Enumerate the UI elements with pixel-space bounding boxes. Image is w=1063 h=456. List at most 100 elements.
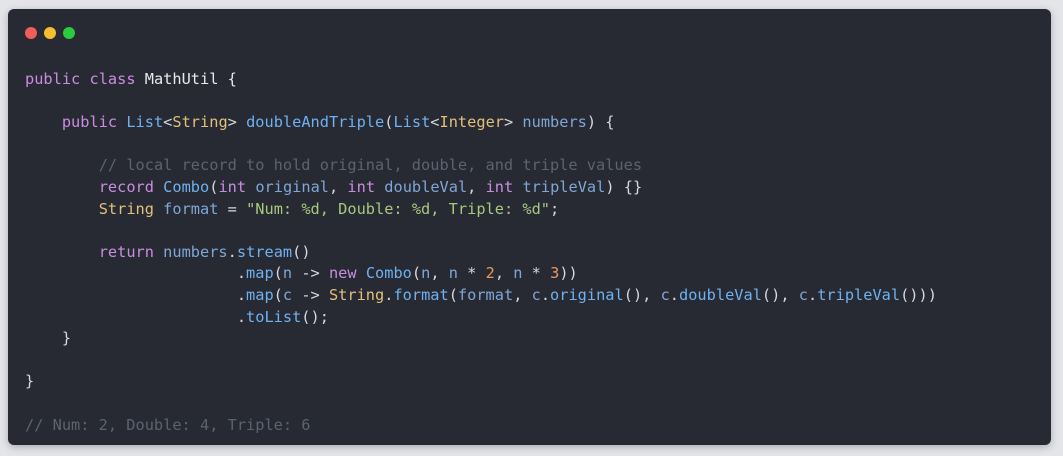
code-token: public bbox=[25, 70, 81, 88]
code-line: ​ bbox=[25, 134, 937, 156]
code-token: n bbox=[448, 264, 458, 283]
code-token: Combo bbox=[365, 264, 412, 283]
code-token: ( bbox=[411, 264, 422, 283]
maximize-button[interactable] bbox=[63, 27, 75, 39]
code-token: , bbox=[329, 177, 348, 196]
code-token: -> bbox=[292, 285, 329, 304]
code-line: // local record to hold original, double… bbox=[25, 155, 937, 177]
code-token: () bbox=[292, 242, 311, 261]
code-token: class bbox=[89, 70, 136, 88]
code-token: 2 bbox=[485, 264, 495, 283]
code-line: ​ bbox=[25, 220, 937, 242]
code-token: (), bbox=[761, 285, 799, 304]
code-token: String bbox=[98, 199, 154, 218]
code-line: public List<String> doubleAndTriple(List… bbox=[25, 112, 937, 134]
code-token: stream bbox=[236, 242, 293, 261]
code-token: c bbox=[660, 285, 670, 304]
code-token: public bbox=[61, 113, 118, 132]
minimize-button[interactable] bbox=[44, 27, 56, 39]
code-line: String format = "Num: %d, Double: %d, Tr… bbox=[25, 199, 937, 221]
code-line: .map(c -> String.format(format, c.origin… bbox=[25, 285, 937, 307]
code-token: } bbox=[25, 372, 35, 391]
code-token: < bbox=[163, 113, 173, 132]
code-token: ; bbox=[550, 199, 560, 218]
code-token: ())) bbox=[900, 285, 937, 304]
window-controls bbox=[25, 27, 75, 39]
code-token: original bbox=[255, 177, 329, 196]
code-line: ​ bbox=[25, 350, 937, 372]
code-token: int bbox=[218, 177, 247, 196]
code-line: .map(n -> new Combo(n, n * 2, n * 3)) bbox=[25, 263, 937, 285]
code-token: n bbox=[421, 264, 431, 283]
close-button[interactable] bbox=[25, 27, 37, 39]
code-token: * bbox=[457, 264, 486, 283]
code-token: * bbox=[522, 264, 551, 283]
code-token: . bbox=[25, 285, 247, 304]
code-token: )) bbox=[559, 264, 578, 283]
code-token: n bbox=[282, 264, 293, 283]
code-line: return numbers.stream() bbox=[25, 242, 937, 264]
code-token: map bbox=[246, 285, 274, 304]
code-token: toList bbox=[246, 307, 302, 326]
code-token: original bbox=[550, 285, 624, 304]
code-token: c bbox=[531, 285, 541, 304]
code-line: } bbox=[25, 328, 937, 350]
code-token: . bbox=[25, 264, 247, 283]
code-token: . bbox=[807, 285, 818, 304]
code-token: < bbox=[430, 113, 440, 132]
code-token: tripleVal bbox=[817, 285, 901, 304]
code-token: 3 bbox=[550, 264, 560, 283]
code-token: c bbox=[798, 285, 808, 304]
code-token: (); bbox=[301, 307, 329, 326]
code-token: record bbox=[98, 177, 154, 196]
code-token: int bbox=[485, 177, 514, 196]
code-token: , bbox=[430, 264, 449, 283]
code-token: ) { bbox=[586, 113, 615, 132]
code-token: // Num: 2, Double: 4, Triple: 6 bbox=[25, 415, 311, 434]
code-token: format bbox=[457, 285, 514, 304]
code-token: ( bbox=[273, 285, 283, 304]
code-token: List bbox=[126, 113, 164, 132]
code-token: Combo bbox=[163, 177, 210, 196]
code-token: List bbox=[393, 113, 431, 132]
code-token: ( bbox=[448, 285, 458, 304]
code-token: . bbox=[25, 307, 247, 326]
code-line: } bbox=[25, 371, 937, 393]
code-token: new bbox=[328, 264, 357, 283]
code-block: public class MathUtil {​ public List<Str… bbox=[25, 69, 937, 436]
code-token: > bbox=[503, 113, 523, 132]
code-token: doubleVal bbox=[679, 285, 762, 304]
code-token: , bbox=[467, 177, 486, 196]
code-token: . bbox=[227, 242, 237, 261]
code-line: .toList(); bbox=[25, 307, 937, 329]
code-token: numbers bbox=[522, 113, 587, 132]
code-line: record Combo(int original, int doubleVal… bbox=[25, 177, 937, 199]
code-token: int bbox=[347, 177, 376, 196]
code-line: ​ bbox=[25, 91, 937, 113]
code-line: ​ bbox=[25, 393, 937, 415]
code-token: -> bbox=[292, 264, 329, 283]
code-line: // Num: 2, Double: 4, Triple: 6 bbox=[25, 415, 937, 437]
code-token: ) {} bbox=[605, 177, 643, 196]
code-token: // local record to hold original, double… bbox=[98, 156, 643, 175]
code-token: . bbox=[669, 285, 680, 304]
code-token: Integer bbox=[439, 113, 504, 132]
code-token: doubleVal bbox=[384, 177, 468, 196]
code-token: ( bbox=[273, 264, 283, 283]
code-token: format bbox=[393, 285, 449, 304]
code-token: tripleVal bbox=[522, 177, 606, 196]
code-token: format bbox=[163, 199, 219, 218]
code-token: > bbox=[227, 113, 247, 132]
code-window: public class MathUtil {​ public List<Str… bbox=[8, 9, 1051, 445]
code-token: "Num: %d, Double: %d, Triple: %d" bbox=[246, 199, 550, 218]
code-token: c bbox=[282, 285, 293, 304]
code-token: map bbox=[246, 264, 274, 283]
